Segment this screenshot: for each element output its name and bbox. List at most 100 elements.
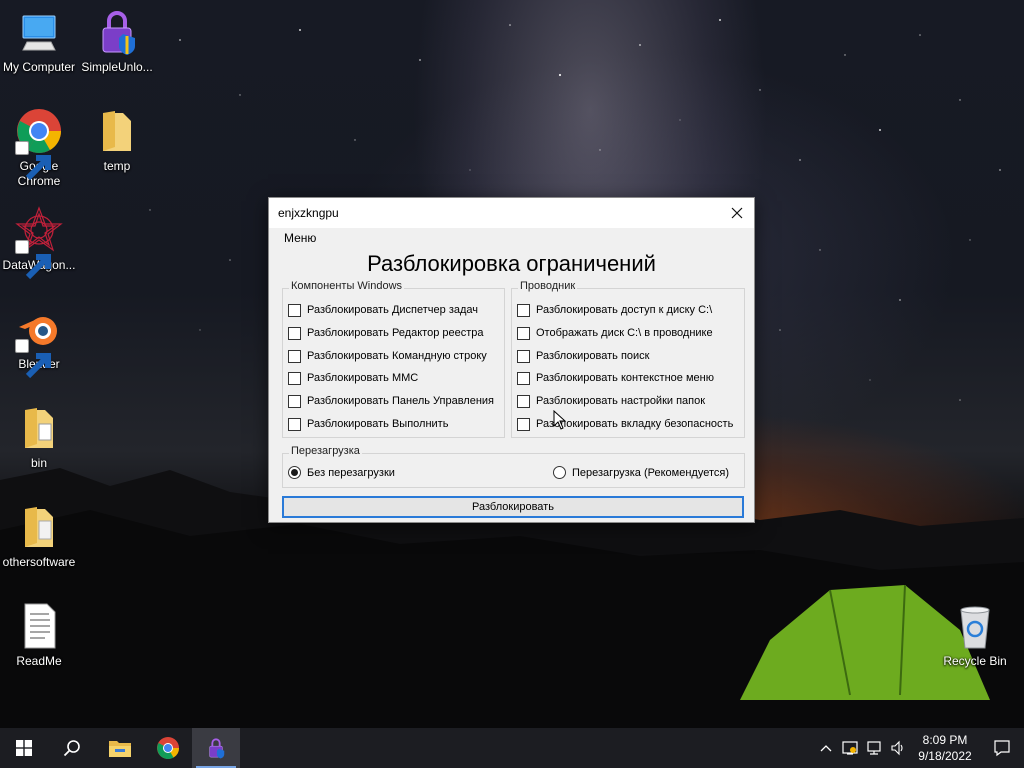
option-unlock-search[interactable]: Разблокировать поиск — [517, 348, 650, 364]
page-title: Разблокировка ограничений — [367, 251, 656, 276]
checkbox[interactable] — [288, 417, 301, 431]
menu-item-menu[interactable]: Меню — [284, 231, 316, 245]
option-unlock-folder-settings[interactable]: Разблокировать настройки папок — [517, 393, 705, 409]
folder-icon — [103, 111, 131, 151]
action-center-button[interactable] — [980, 728, 1024, 768]
menu-bar: Меню — [269, 228, 754, 248]
option-label: Разблокировать поиск — [536, 350, 650, 362]
option-unlock-command-prompt[interactable]: Разблокировать Командную строку — [288, 348, 487, 364]
checkbox[interactable] — [517, 417, 530, 431]
checkbox[interactable] — [288, 349, 301, 363]
option-unlock-security-tab[interactable]: Разблокировать вкладку безопасность — [517, 416, 733, 432]
group-legend: Компоненты Windows — [289, 280, 405, 292]
option-unlock-run[interactable]: Разблокировать Выполнить — [288, 416, 448, 432]
chrome-icon — [157, 737, 179, 759]
notification-icon — [994, 740, 1010, 757]
radio-no-reboot[interactable]: Без перезагрузки — [288, 466, 395, 479]
close-icon — [731, 207, 743, 219]
desktop-icon-blender[interactable]: Blender — [0, 305, 78, 379]
window-titlebar[interactable]: enjxzkngpu — [269, 198, 754, 228]
desktop-icon-google-chrome[interactable]: Google Chrome — [0, 107, 78, 189]
lock-shield-icon — [209, 738, 225, 759]
desktop-icon-recycle-bin[interactable]: Recycle Bin — [936, 602, 1014, 669]
desktop-icon-label: bin — [30, 456, 47, 470]
checkbox[interactable] — [288, 394, 301, 408]
monitor-icon — [22, 15, 56, 51]
group-legend: Перезагрузка — [289, 445, 362, 457]
shortcut-arrow-icon — [15, 141, 51, 181]
mouse-cursor-icon — [553, 410, 567, 430]
checkbox[interactable] — [288, 326, 301, 340]
radio-label: Перезагрузка (Рекомендуется) — [572, 466, 729, 479]
taskbar-file-explorer[interactable] — [96, 728, 144, 768]
clock[interactable]: 8:09 PM 9/18/2022 — [910, 732, 980, 764]
desktop-icon-readme[interactable]: ReadMe — [0, 602, 78, 669]
desktop-icon-label: My Computer — [2, 60, 76, 74]
lock-shield-icon — [102, 11, 135, 55]
option-label: Разблокировать контекстное меню — [536, 372, 714, 384]
option-unlock-mmc[interactable]: Разблокировать MMC — [288, 370, 418, 386]
reboot-group: Перезагрузка Без перезагрузки Перезагруз… — [282, 445, 745, 488]
window-title: enjxzkngpu — [278, 206, 339, 220]
unlocker-window: enjxzkngpu Меню Разблокировка ограничени… — [268, 197, 755, 523]
search-button[interactable] — [48, 728, 96, 768]
text-file-icon — [24, 603, 56, 649]
shortcut-arrow-icon — [15, 240, 51, 280]
desktop-icon-datawagon[interactable]: DataWagon... — [0, 206, 78, 280]
checkbox[interactable] — [288, 371, 301, 385]
checkbox[interactable] — [517, 349, 530, 363]
explorer-group: Проводник Разблокировать доступ к диску … — [511, 280, 745, 438]
option-unlock-task-manager[interactable]: Разблокировать Диспетчер задач — [288, 302, 478, 318]
desktop-icon-label: SimpleUnlo... — [81, 60, 153, 74]
system-tray: 8:09 PM 9/18/2022 — [814, 728, 1024, 768]
option-label: Разблокировать Выполнить — [307, 418, 449, 430]
option-label: Разблокировать Редактор реестра — [307, 327, 484, 339]
desktop-icon-my-computer[interactable]: My Computer — [0, 8, 78, 75]
volume-icon — [891, 740, 903, 756]
network-icon — [867, 741, 881, 755]
unlock-button[interactable]: Разблокировать — [282, 496, 744, 518]
recycle-bin-icon — [960, 606, 990, 649]
shortcut-arrow-icon — [15, 339, 51, 379]
desktop-icon-simpleunlocker[interactable]: SimpleUnlo... — [78, 8, 156, 75]
checkbox[interactable] — [517, 394, 530, 408]
taskbar-simpleunlocker[interactable] — [192, 728, 240, 768]
checkbox[interactable] — [517, 371, 530, 385]
option-unlock-drive-c-access[interactable]: Разблокировать доступ к диску C:\ — [517, 302, 712, 318]
option-unlock-control-panel[interactable]: Разблокировать Панель Управления — [288, 393, 494, 409]
desktop-icon-label: othersoftware — [2, 555, 76, 569]
checkbox[interactable] — [517, 303, 530, 317]
chevron-up-icon — [820, 745, 832, 752]
option-label: Разблокировать Панель Управления — [307, 395, 495, 407]
option-unlock-context-menu[interactable]: Разблокировать контекстное меню — [517, 370, 714, 386]
checkbox[interactable] — [517, 326, 530, 340]
radio-button[interactable] — [288, 466, 301, 479]
option-label: Разблокировать доступ к диску C:\ — [536, 304, 713, 316]
close-button[interactable] — [722, 198, 752, 228]
radio-label: Без перезагрузки — [307, 466, 395, 479]
windows-components-group: Компоненты Windows Разблокировать Диспет… — [282, 280, 505, 438]
option-label: Разблокировать Диспетчер задач — [307, 304, 479, 316]
desktop-icon-label: temp — [103, 159, 131, 173]
desktop-icon-bin[interactable]: bin — [0, 404, 78, 471]
radio-reboot-recommended[interactable]: Перезагрузка (Рекомендуется) — [553, 466, 729, 479]
option-unlock-registry-editor[interactable]: Разблокировать Редактор реестра — [288, 325, 484, 341]
options-groups: Компоненты Windows Разблокировать Диспет… — [269, 280, 754, 438]
tray-volume-button[interactable] — [886, 728, 910, 768]
desktop-icon-label: Recycle Bin — [943, 654, 1007, 668]
clock-time: 8:09 PM — [922, 733, 968, 747]
option-show-drive-c[interactable]: Отображать диск C:\ в проводнике — [517, 325, 713, 341]
show-hidden-icons-button[interactable] — [814, 728, 838, 768]
desktop-icon-othersoftware[interactable]: othersoftware — [0, 503, 78, 570]
windows-logo-icon — [16, 740, 32, 756]
desktop-icon-label: ReadMe — [16, 654, 62, 668]
option-label: Разблокировать Командную строку — [307, 350, 487, 362]
tray-network-button[interactable] — [862, 728, 886, 768]
security-alert-icon — [842, 741, 858, 755]
tray-security-button[interactable] — [838, 728, 862, 768]
start-button[interactable] — [0, 728, 48, 768]
desktop-icon-temp[interactable]: temp — [78, 107, 156, 174]
taskbar-chrome[interactable] — [144, 728, 192, 768]
radio-button[interactable] — [553, 466, 566, 479]
checkbox[interactable] — [288, 303, 301, 317]
